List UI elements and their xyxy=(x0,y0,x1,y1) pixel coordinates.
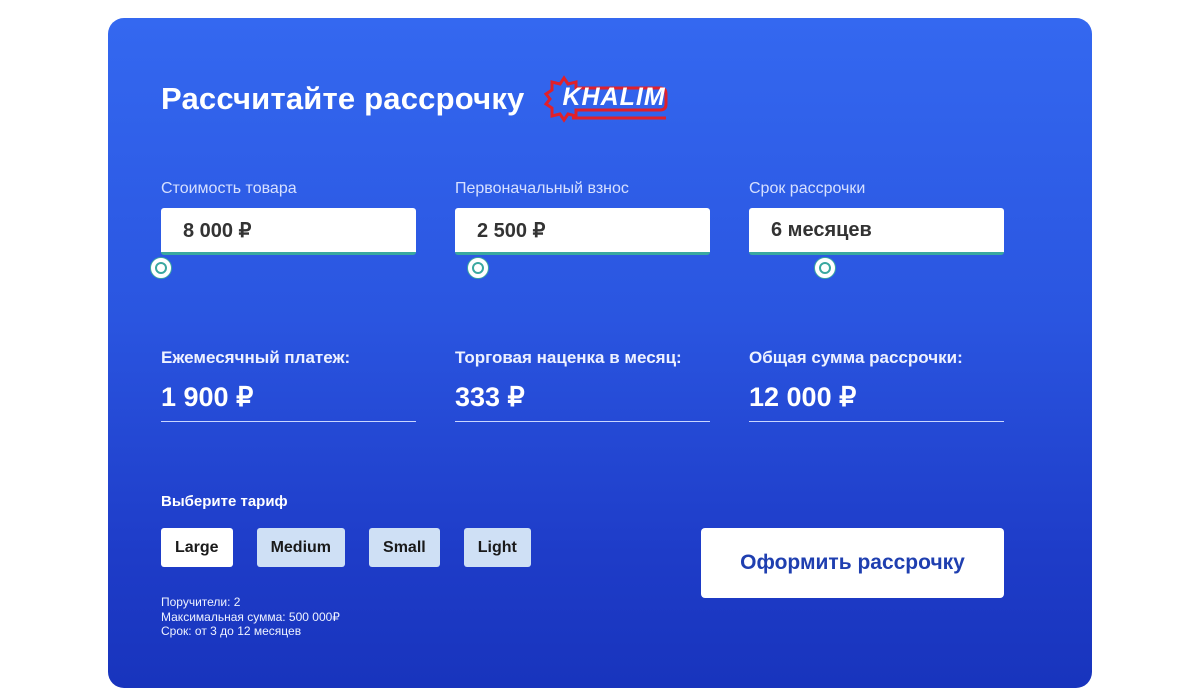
monthly-payment-result: Ежемесячный платеж: 1 900 ₽ xyxy=(161,348,416,422)
khalim-logo: KHALIM xyxy=(542,74,676,124)
tariff-medium-button[interactable]: Medium xyxy=(256,528,346,567)
price-slider-handle[interactable] xyxy=(151,258,171,278)
price-input[interactable]: 8 000 ₽ xyxy=(161,208,416,255)
markup-label: Торговая наценка в месяц: xyxy=(455,348,682,367)
monthly-payment-label: Ежемесячный платеж: xyxy=(161,348,351,367)
page-title: Рассчитайте рассрочку xyxy=(161,81,525,116)
tariff-guarantors: Поручители: 2 xyxy=(161,595,241,609)
header: Рассчитайте рассрочку KHALIM xyxy=(161,74,676,124)
down-payment-slider-handle[interactable] xyxy=(468,258,488,278)
total-sum-result: Общая сумма рассрочки: 12 000 ₽ xyxy=(749,348,1004,422)
apply-installment-button[interactable]: Оформить рассрочку xyxy=(701,528,1004,598)
down-payment-field: Первоначальный взнос 2 500 ₽ xyxy=(455,180,710,278)
total-sum-label: Общая сумма рассрочки: xyxy=(749,348,963,367)
term-label: Срок рассрочки xyxy=(749,180,866,197)
monthly-payment-value: 1 900 ₽ xyxy=(161,382,416,422)
down-payment-input[interactable]: 2 500 ₽ xyxy=(455,208,710,255)
term-input[interactable]: 6 месяцев xyxy=(749,208,1004,255)
term-field: Срок рассрочки 6 месяцев xyxy=(749,180,1004,278)
down-payment-label: Первоначальный взнос xyxy=(455,180,629,197)
price-field: Стоимость товара 8 000 ₽ xyxy=(151,180,416,278)
installment-calculator-card: Рассчитайте рассрочку KHALIM Стоимость т… xyxy=(108,18,1092,688)
logo-text: KHALIM xyxy=(562,83,666,111)
tariff-heading: Выберите тариф xyxy=(161,493,288,510)
markup-value: 333 ₽ xyxy=(455,382,710,422)
markup-result: Торговая наценка в месяц: 333 ₽ xyxy=(455,348,710,422)
tariff-info: Поручители: 2 Максимальная сумма: 500 00… xyxy=(161,595,340,639)
tariff-term: Срок: от 3 до 12 месяцев xyxy=(161,624,302,638)
tariff-large-button[interactable]: Large xyxy=(161,528,233,567)
tariff-small-button[interactable]: Small xyxy=(369,528,440,567)
tariff-selector: Large Medium Small Light xyxy=(161,528,531,567)
tariff-max-sum: Максимальная сумма: 500 000₽ xyxy=(161,609,340,624)
tariff-light-button[interactable]: Light xyxy=(463,528,531,567)
total-sum-value: 12 000 ₽ xyxy=(749,382,1004,422)
term-slider-handle[interactable] xyxy=(815,258,835,278)
price-label: Стоимость товара xyxy=(161,180,297,197)
